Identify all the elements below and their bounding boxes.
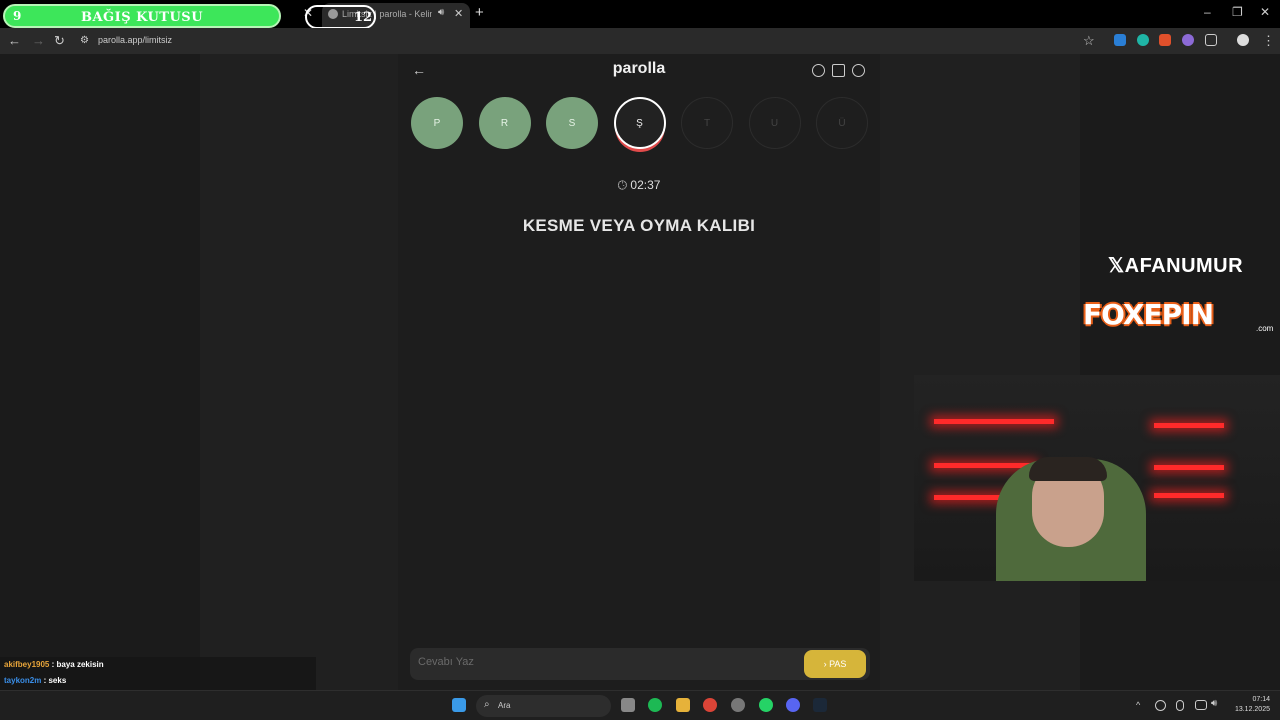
streamer-hair bbox=[1029, 457, 1107, 481]
clock-date: 13.12.2025 bbox=[1234, 706, 1270, 713]
new-tab-button[interactable]: + bbox=[475, 4, 484, 21]
menu-dots-icon[interactable]: ⋮ bbox=[1262, 33, 1275, 49]
letter-circle: P bbox=[411, 97, 463, 149]
pass-button[interactable]: › PAS bbox=[804, 650, 866, 678]
steam-icon[interactable] bbox=[813, 698, 827, 712]
neon-light bbox=[1154, 493, 1224, 498]
reload-icon[interactable]: ↻ bbox=[54, 33, 65, 49]
task-view-icon[interactable] bbox=[621, 698, 635, 712]
chat-text: seks bbox=[48, 675, 67, 685]
chat-username: taykon2m bbox=[4, 675, 42, 685]
neon-light bbox=[934, 419, 1054, 424]
webcam-feed bbox=[914, 375, 1280, 581]
timer-value: 02:37 bbox=[630, 178, 661, 192]
counter-value: 12 bbox=[354, 10, 373, 25]
search-icon: ⌕ bbox=[484, 699, 490, 710]
display-icon[interactable] bbox=[1195, 700, 1207, 710]
system-clock[interactable]: 07:14 13.12.2025 bbox=[1226, 695, 1270, 715]
timer: 🕓︎ 02:37 bbox=[398, 178, 880, 193]
neon-light bbox=[1154, 465, 1224, 470]
neon-light bbox=[934, 463, 1034, 468]
x-handle-text: AFANUMUR bbox=[1124, 255, 1244, 277]
extensions-puzzle-icon[interactable] bbox=[1205, 34, 1217, 46]
letter-progress: PRSŞTUÜ bbox=[411, 96, 871, 152]
search-placeholder: Ara bbox=[498, 701, 511, 710]
microphone-icon[interactable] bbox=[1176, 700, 1184, 711]
clock-icon: 🕓︎ bbox=[617, 178, 628, 192]
maximize-icon[interactable]: ❐ bbox=[1232, 5, 1243, 19]
volume-icon[interactable]: 🔊︎ bbox=[1211, 698, 1223, 710]
network-icon[interactable] bbox=[1155, 700, 1166, 711]
chat-message: akifbey1905 : baya zekisin bbox=[4, 660, 104, 669]
file-explorer-icon[interactable] bbox=[676, 698, 690, 712]
close-tab-icon[interactable]: ✕ bbox=[454, 7, 463, 20]
page-background bbox=[1080, 54, 1280, 690]
answer-input[interactable] bbox=[418, 656, 788, 668]
chat-text: baya zekisin bbox=[56, 660, 104, 669]
site-settings-icon[interactable]: ⚙ bbox=[80, 35, 89, 46]
discord-icon[interactable] bbox=[786, 698, 800, 712]
close-window-icon[interactable]: ✕ bbox=[1260, 5, 1270, 19]
sponsor-suffix: .com bbox=[1256, 324, 1274, 333]
letter-circle: Ş bbox=[613, 97, 666, 149]
letter-circle: Ü bbox=[816, 97, 868, 149]
taskbar-search[interactable]: ⌕ Ara bbox=[476, 695, 611, 717]
parolla-app: ← parolla PRSŞTUÜ 🕓︎ 02:37 KESME VEYA OY… bbox=[398, 54, 880, 690]
page-side-panel bbox=[880, 54, 1080, 690]
info-icon[interactable] bbox=[812, 64, 825, 77]
clock-time: 07:14 bbox=[1252, 696, 1270, 703]
back-arrow-icon[interactable]: ← bbox=[8, 33, 21, 48]
extension-icon[interactable] bbox=[1182, 34, 1194, 46]
page-side-panel bbox=[200, 54, 398, 690]
question-text: KESME VEYA OYMA KALIBI bbox=[522, 216, 756, 235]
donation-label: BAĞIŞ KUTUSU bbox=[80, 10, 204, 25]
brand-title: parolla bbox=[612, 60, 666, 77]
chrome-icon[interactable] bbox=[703, 698, 717, 712]
answer-bar: › PAS bbox=[410, 648, 870, 680]
stats-icon[interactable] bbox=[832, 64, 845, 77]
sponsor-logo: FOXEPIN bbox=[1083, 298, 1214, 331]
counter-overlay: 12 bbox=[305, 5, 376, 29]
address-bar: ← → ↻ ⚙ parolla.app/limitsiz ☆ ⋮ bbox=[0, 28, 1280, 54]
taskbar: ⌕ Ara ^ 🔊︎ 07:14 13.12.2025 bbox=[0, 690, 1280, 720]
x-handle: 𝕏AFANUMUR bbox=[1108, 253, 1243, 278]
donation-overlay: 9 BAĞIŞ KUTUSU bbox=[3, 4, 281, 28]
letter-circle: R bbox=[478, 97, 531, 149]
letter-circle: T bbox=[681, 97, 733, 149]
extension-icon[interactable] bbox=[1137, 34, 1149, 46]
url-field[interactable]: parolla.app/limitsiz bbox=[98, 35, 172, 45]
profile-avatar[interactable] bbox=[1237, 34, 1249, 46]
windows-start-icon[interactable] bbox=[452, 698, 466, 712]
page-background bbox=[0, 54, 200, 690]
forward-arrow-icon[interactable]: → bbox=[32, 33, 45, 48]
extension-icon[interactable] bbox=[1114, 34, 1126, 46]
pass-label: PAS bbox=[829, 659, 847, 669]
letter-circle: S bbox=[546, 97, 598, 149]
chat-username: akifbey1905 bbox=[4, 660, 50, 669]
neon-light bbox=[1154, 423, 1224, 428]
spotify-icon[interactable] bbox=[648, 698, 662, 712]
user-icon[interactable] bbox=[852, 64, 865, 77]
speaker-icon[interactable]: 🔊︎ bbox=[438, 7, 444, 18]
whatsapp-icon[interactable] bbox=[759, 698, 773, 712]
chat-message: taykon2m : seks bbox=[4, 676, 66, 685]
minimize-icon[interactable]: – bbox=[1204, 5, 1211, 19]
bookmark-star-icon[interactable]: ☆ bbox=[1083, 33, 1095, 49]
extension-icon[interactable] bbox=[1159, 34, 1171, 46]
app-icon[interactable] bbox=[731, 698, 745, 712]
letter-circle: U bbox=[748, 97, 801, 149]
browser-tab-bar: 9 BAĞIŞ KUTUSU ✕ Limitsiz | parolla - Ke… bbox=[0, 0, 1280, 29]
chevron-up-icon[interactable]: ^ bbox=[1136, 700, 1146, 710]
x-logo-icon: 𝕏 bbox=[1108, 255, 1125, 277]
